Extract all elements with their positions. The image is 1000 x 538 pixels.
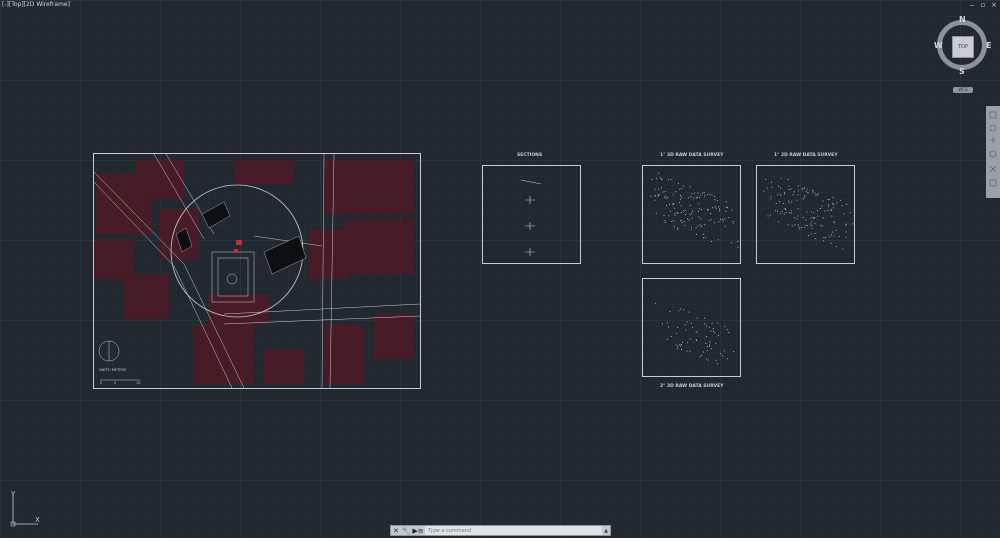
restore-icon[interactable]: ▫	[979, 1, 987, 9]
compass-north[interactable]: N	[959, 15, 966, 24]
close-icon[interactable]: ×	[990, 1, 998, 9]
survey-2-points	[763, 178, 854, 250]
units-label: UNITS: METERS	[99, 368, 127, 372]
compass-east[interactable]: E	[986, 41, 991, 50]
navigation-bar[interactable]	[986, 106, 1000, 198]
survey-3-sheet[interactable]	[642, 278, 741, 377]
command-line: ✕ 🔧 ▶≡ ▲	[390, 525, 611, 536]
survey-1-sheet[interactable]	[642, 165, 741, 264]
sections-sheet[interactable]	[482, 165, 581, 264]
navigation-bar-icons	[989, 111, 997, 187]
minimize-icon[interactable]: ‒	[968, 1, 976, 9]
site-plan-sheet[interactable]: UNITS: METERS 0 5 10	[93, 153, 421, 389]
sections-drawing	[520, 179, 542, 256]
survey-3-points	[654, 302, 734, 365]
survey-1-points	[650, 172, 739, 248]
recent-commands-icon[interactable]: ▶≡	[411, 526, 425, 535]
site-plan-drawing	[94, 154, 420, 388]
survey-2-title: 1° 2D RAW DATA SURVEY	[774, 153, 838, 158]
scale-mark-10: 10	[136, 381, 141, 385]
survey-2-sheet[interactable]	[756, 165, 855, 264]
close-command-line-icon[interactable]: ✕	[391, 526, 401, 535]
ucs-icon: Y X	[8, 490, 42, 532]
compass-south[interactable]: S	[959, 67, 965, 76]
ucs-x-label: X	[35, 516, 40, 524]
compass-west[interactable]: W	[934, 41, 943, 50]
viewport-window-controls: ‒ ▫ ×	[968, 1, 998, 9]
wcs-menu[interactable]: WCS	[953, 87, 973, 93]
viewcube[interactable]: TOP N S E W WCS	[934, 15, 994, 95]
command-history-caret-icon[interactable]: ▲	[602, 528, 610, 534]
viewcube-top-face[interactable]: TOP	[952, 36, 974, 58]
viewport-controls-label[interactable]: [-][Top][2D Wireframe]	[2, 1, 70, 8]
sections-title: SECTIONS	[517, 153, 543, 158]
survey-3-title: 2° 3D RAW DATA SURVEY	[660, 384, 724, 389]
scale-mark-0: 0	[100, 381, 103, 385]
survey-1-title: 1° 3D RAW DATA SURVEY	[660, 153, 724, 158]
customize-wrench-icon[interactable]: 🔧	[401, 526, 411, 535]
scale-mark-5: 5	[114, 381, 117, 385]
command-input[interactable]	[425, 526, 602, 535]
ucs-y-label: Y	[11, 490, 16, 498]
